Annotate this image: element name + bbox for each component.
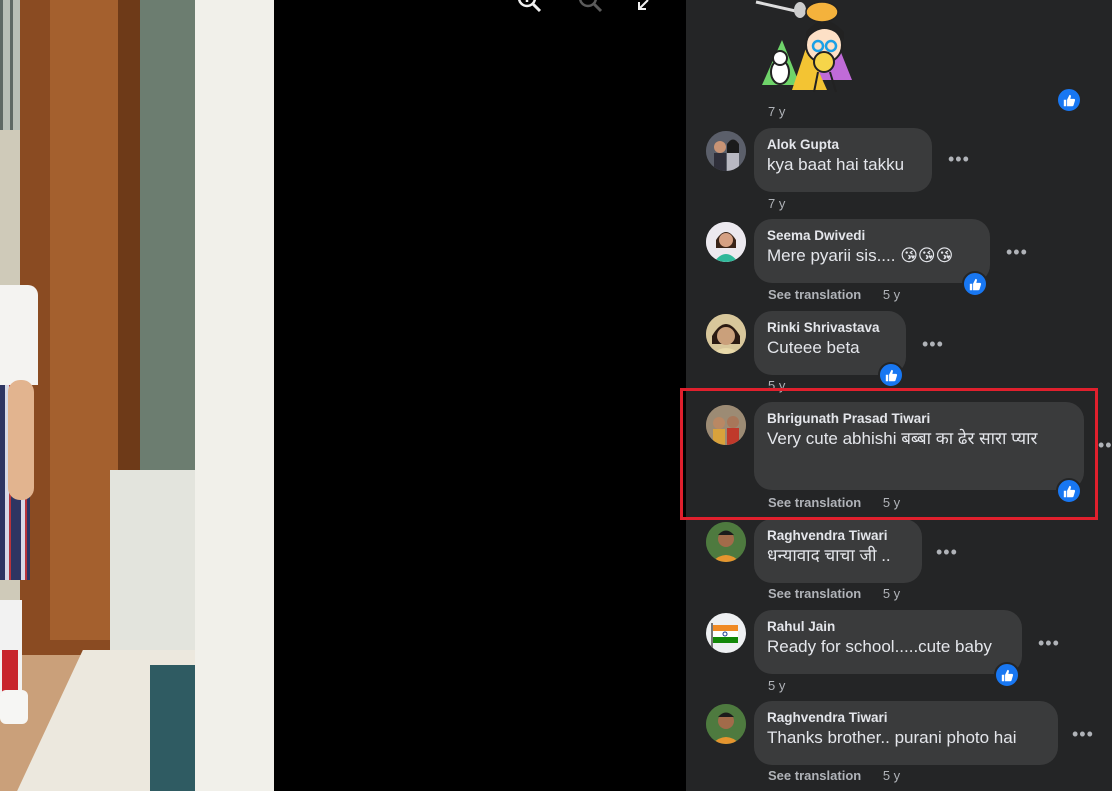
comment-author[interactable]: Raghvendra Tiwari — [767, 527, 910, 545]
comment-time[interactable]: 5 y — [883, 586, 900, 601]
like-reaction-icon[interactable] — [994, 662, 1020, 688]
comment-meta: 7 y — [768, 104, 785, 119]
comment-meta: See translation 5 y — [768, 287, 900, 302]
comment-bubble: Seema Dwivedi Mere pyarii sis.... 😘😘😘 — [754, 219, 990, 283]
highlight-box — [680, 388, 1098, 520]
avatar[interactable] — [706, 704, 746, 744]
comment-bubble: Raghvendra Tiwari धन्यावाद चाचा जी .. — [754, 519, 922, 583]
see-translation-link[interactable]: See translation — [768, 586, 861, 601]
comment-author[interactable]: Raghvendra Tiwari — [767, 709, 1046, 727]
comment-meta: See translation 5 y — [768, 586, 900, 601]
avatar[interactable] — [706, 613, 746, 653]
comment-author[interactable]: Rahul Jain — [767, 618, 1010, 636]
comment-meta: See translation 5 y — [768, 768, 900, 783]
comment-author[interactable]: Alok Gupta — [767, 136, 920, 154]
comment-author[interactable]: Rinki Shrivastava — [767, 319, 894, 337]
cartoon-girl-sticker — [752, 0, 862, 100]
comment-bubble: Alok Gupta kya baat hai takku — [754, 128, 932, 192]
see-translation-link[interactable]: See translation — [768, 768, 861, 783]
comment-meta: 5 y — [768, 678, 785, 693]
post-photo[interactable] — [0, 0, 274, 791]
more-options-button[interactable]: ••• — [936, 543, 958, 561]
photo-child-shirt — [0, 285, 38, 385]
zoom-out-icon[interactable] — [576, 0, 604, 18]
comment-bubble: Rahul Jain Ready for school.....cute bab… — [754, 610, 1022, 674]
comment-time[interactable]: 5 y — [883, 768, 900, 783]
avatar[interactable] — [706, 131, 746, 171]
comment-text: Cuteee beta — [767, 338, 860, 357]
comment-text: Ready for school.....cute baby — [767, 637, 992, 656]
comment-time[interactable]: 5 y — [768, 678, 785, 693]
like-reaction-icon[interactable] — [1056, 87, 1082, 113]
photo-child-white-shoe — [0, 690, 28, 724]
comment-text: kya baat hai takku — [767, 155, 905, 174]
comment-author[interactable]: Seema Dwivedi — [767, 227, 978, 245]
more-options-button[interactable]: ••• — [1038, 634, 1060, 652]
photo-doormat — [150, 665, 200, 791]
photo-child-arm — [8, 380, 34, 500]
comment-text: Mere pyarii sis.... 😘😘😘 — [767, 246, 954, 265]
avatar[interactable] — [706, 222, 746, 262]
photo-pillar — [195, 0, 274, 791]
comment-time[interactable]: 7 y — [768, 104, 785, 119]
like-reaction-icon[interactable] — [962, 271, 988, 297]
avatar[interactable] — [706, 522, 746, 562]
comment-time[interactable]: 7 y — [768, 196, 785, 211]
comment-text: धन्यावाद चाचा जी .. — [767, 546, 891, 565]
avatar[interactable] — [706, 314, 746, 354]
expand-icon[interactable] — [636, 0, 656, 16]
more-options-button[interactable]: ••• — [948, 150, 970, 168]
comment-bubble: Raghvendra Tiwari Thanks brother.. puran… — [754, 701, 1058, 765]
see-translation-link[interactable]: See translation — [768, 287, 861, 302]
more-options-button[interactable]: ••• — [1006, 243, 1028, 261]
zoom-in-icon[interactable] — [515, 0, 543, 18]
comment-meta: 7 y — [768, 196, 785, 211]
comment-text: Thanks brother.. purani photo hai — [767, 728, 1017, 747]
more-options-button[interactable]: ••• — [1072, 725, 1094, 743]
like-reaction-icon[interactable] — [878, 362, 904, 388]
comment-time[interactable]: 5 y — [883, 287, 900, 302]
more-options-button[interactable]: ••• — [922, 335, 944, 353]
photo-child-red-shoe — [2, 650, 18, 695]
more-options-button[interactable]: ••• — [1098, 436, 1112, 454]
